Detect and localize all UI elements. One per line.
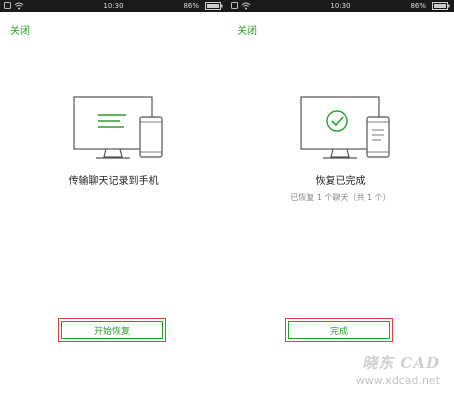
site-watermark: 晓东 CAD www.xdcad.net — [336, 352, 440, 394]
status-bar: 10:30 86% — [0, 0, 227, 12]
screen-title: 恢复已完成 — [315, 176, 366, 187]
battery-percent: 86% — [183, 2, 199, 10]
restore-summary: 已恢复 1 个聊天（共 1 个） — [290, 193, 391, 202]
battery-percent: 86% — [410, 2, 426, 10]
battery-icon — [205, 2, 223, 10]
transfer-screen: 10:30 86% 关闭 传输聊天记录到手机 开始恢复 — [0, 0, 227, 404]
close-button[interactable]: 关闭 — [10, 22, 30, 37]
transfer-illustration — [73, 96, 163, 159]
screen-title: 传输聊天记录到手机 — [68, 176, 159, 187]
watermark-logo: 晓东 CAD — [362, 354, 440, 372]
highlight-frame: 完成 — [285, 318, 393, 342]
phone-icon — [139, 116, 163, 158]
highlight-frame: 开始恢复 — [58, 318, 166, 342]
phone-icon — [366, 116, 390, 158]
restore-complete-screen: 10:30 86% 关闭 恢复已完成 已恢复 1 个聊天（共 1 个） 完成 — [227, 0, 454, 404]
status-bar: 10:30 86% — [227, 0, 454, 12]
start-restore-button[interactable]: 开始恢复 — [61, 321, 163, 339]
watermark-url: www.xdcad.net — [355, 374, 440, 387]
close-button[interactable]: 关闭 — [237, 22, 257, 37]
restore-complete-illustration — [300, 96, 390, 159]
done-button[interactable]: 完成 — [288, 321, 390, 339]
battery-icon — [432, 2, 450, 10]
